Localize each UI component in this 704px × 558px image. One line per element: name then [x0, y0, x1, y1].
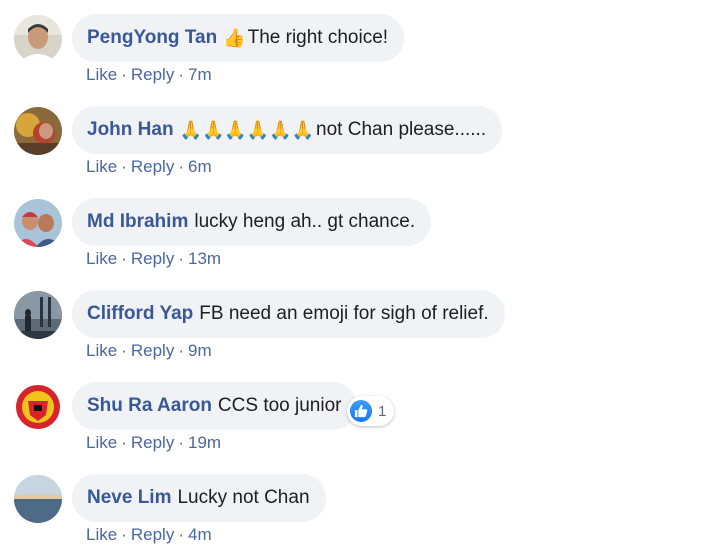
- avatar[interactable]: [14, 107, 62, 155]
- reply-link[interactable]: Reply: [131, 525, 174, 544]
- comment-author[interactable]: PengYong Tan: [87, 27, 217, 49]
- comment: Clifford Yap FB need an emoji for sigh o…: [0, 276, 704, 368]
- folded-hands-emoji: 🙏🙏🙏🙏🙏🙏: [179, 119, 315, 140]
- avatar[interactable]: [14, 383, 62, 431]
- comment-actions: Like · Reply · 9m: [86, 341, 212, 361]
- comment-bubble: Clifford Yap FB need an emoji for sigh o…: [72, 290, 505, 338]
- separator: ·: [121, 65, 127, 84]
- reaction-summary[interactable]: 1: [347, 396, 395, 426]
- comment-author[interactable]: Md Ibrahim: [87, 211, 188, 233]
- comment-author[interactable]: Clifford Yap: [87, 303, 193, 325]
- comment: Md Ibrahim lucky heng ah.. gt chance. Li…: [0, 184, 704, 276]
- comment-author[interactable]: Shu Ra Aaron: [87, 395, 212, 417]
- timestamp[interactable]: 13m: [188, 249, 221, 268]
- comment-actions: Like · Reply · 13m: [86, 249, 221, 269]
- timestamp[interactable]: 4m: [188, 525, 212, 544]
- like-link[interactable]: Like: [86, 433, 117, 452]
- like-link[interactable]: Like: [86, 525, 117, 544]
- reply-link[interactable]: Reply: [131, 249, 174, 268]
- comment-bubble: Md Ibrahim lucky heng ah.. gt chance.: [72, 198, 432, 246]
- thumbs-up-emoji: 👍: [223, 27, 246, 48]
- avatar[interactable]: [14, 15, 62, 63]
- reply-link[interactable]: Reply: [131, 65, 174, 84]
- separator: ·: [121, 157, 127, 176]
- separator: ·: [178, 157, 184, 176]
- comment-bubble: Neve Lim Lucky not Chan: [72, 474, 326, 522]
- comment-text: Lucky not Chan: [177, 487, 310, 508]
- comment-actions: Like · Reply · 7m: [86, 65, 212, 85]
- separator: ·: [121, 525, 127, 544]
- comment: PengYong Tan 👍 The right choice! Like · Re…: [0, 0, 704, 92]
- comment-bubble: John Han 🙏🙏🙏🙏🙏🙏 not Chan please......: [72, 106, 503, 154]
- reply-link[interactable]: Reply: [131, 157, 174, 176]
- comment-bubble: PengYong Tan 👍 The right choice!: [72, 14, 405, 62]
- avatar[interactable]: [14, 291, 62, 339]
- reaction-count: 1: [378, 402, 387, 420]
- like-link[interactable]: Like: [86, 65, 117, 84]
- separator: ·: [178, 249, 184, 268]
- separator: ·: [121, 341, 127, 360]
- comment-author[interactable]: Neve Lim: [87, 487, 171, 509]
- timestamp[interactable]: 19m: [188, 433, 221, 452]
- separator: ·: [178, 525, 184, 544]
- separator: ·: [178, 433, 184, 452]
- comment-text: The right choice!: [247, 27, 389, 48]
- reply-link[interactable]: Reply: [131, 341, 174, 360]
- separator: ·: [121, 433, 127, 452]
- separator: ·: [178, 341, 184, 360]
- separator: ·: [178, 65, 184, 84]
- like-link[interactable]: Like: [86, 341, 117, 360]
- like-reaction-icon: [350, 400, 372, 422]
- like-link[interactable]: Like: [86, 249, 117, 268]
- comment-bubble: Shu Ra Aaron CCS too junior: [72, 382, 358, 430]
- comment: John Han 🙏🙏🙏🙏🙏🙏 not Chan please...... Li…: [0, 92, 704, 184]
- avatar[interactable]: [14, 475, 62, 523]
- comment: Neve Lim Lucky not Chan Like · Reply · 4m: [0, 460, 704, 552]
- comment-text: FB need an emoji for sigh of relief.: [199, 303, 489, 324]
- separator: ·: [121, 249, 127, 268]
- avatar[interactable]: [14, 199, 62, 247]
- comment-actions: Like · Reply · 19m: [86, 433, 221, 453]
- like-link[interactable]: Like: [86, 157, 117, 176]
- reply-link[interactable]: Reply: [131, 433, 174, 452]
- comment-text: lucky heng ah.. gt chance.: [194, 211, 416, 232]
- timestamp[interactable]: 9m: [188, 341, 212, 360]
- timestamp[interactable]: 6m: [188, 157, 212, 176]
- timestamp[interactable]: 7m: [188, 65, 212, 84]
- comment-actions: Like · Reply · 4m: [86, 525, 212, 545]
- comment-text: CCS too junior: [217, 395, 342, 416]
- comment-text: not Chan please......: [316, 119, 487, 140]
- comment-author[interactable]: John Han: [87, 119, 174, 141]
- comment-actions: Like · Reply · 6m: [86, 157, 212, 177]
